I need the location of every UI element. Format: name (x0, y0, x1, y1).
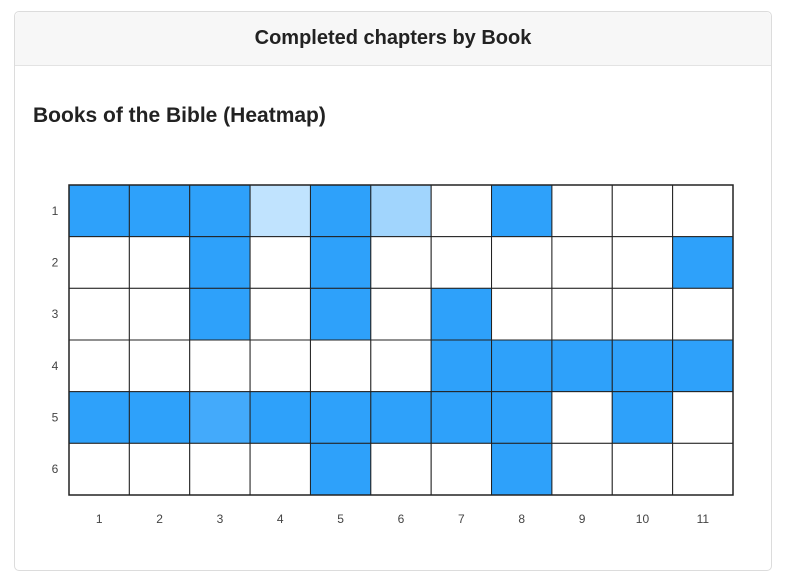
heatmap-cell-r2-c8 (491, 236, 553, 289)
heatmap-cell-r6-c11 (672, 442, 734, 496)
heatmap-cell-r3-c4 (249, 287, 311, 341)
y-tick-label: 5 (52, 411, 59, 425)
x-tick-label: 9 (579, 512, 586, 526)
heatmap-cell-r2-c4 (249, 236, 311, 289)
heatmap-cell-r1-c4 (249, 184, 311, 238)
heatmap-cell-r4-c11 (672, 339, 734, 393)
heatmap-cell-r6-c6 (370, 442, 432, 496)
heatmap-cell-r3-c2 (128, 287, 191, 341)
heatmap-cell-r1-c9 (551, 184, 613, 238)
y-tick-label: 3 (52, 307, 59, 321)
y-tick-label: 2 (52, 256, 59, 270)
heatmap-cell-r2-c5 (309, 236, 372, 289)
heatmap-cell-r6-c8 (491, 442, 553, 496)
heatmap-cell-r6-c7 (430, 442, 493, 496)
heatmap-cell-r3-c5 (309, 287, 372, 341)
heatmap-cell-r5-c5 (309, 391, 372, 444)
y-tick-label: 4 (52, 359, 59, 373)
heatmap-cell-r3-c3 (189, 287, 251, 341)
heatmap-cell-r6-c1 (68, 442, 130, 496)
heatmap-cell-r5-c9 (551, 391, 613, 444)
heatmap-cell-r2-c1 (68, 236, 130, 289)
heatmap-cell-r4-c5 (309, 339, 372, 393)
x-tick-label: 4 (277, 512, 284, 526)
heatmap-cell-r6-c3 (189, 442, 251, 496)
heatmap-cell-r4-c7 (430, 339, 493, 393)
heatmap-cell-r3-c10 (611, 287, 674, 341)
x-tick-label: 2 (156, 512, 163, 526)
heatmap-cell-r5-c7 (430, 391, 493, 444)
heatmap-cell-r2-c7 (430, 236, 493, 289)
heatmap-cell-r3-c1 (68, 287, 130, 341)
heatmap-cell-r5-c4 (249, 391, 311, 444)
heatmap-cell-r3-c6 (370, 287, 432, 341)
heatmap-cell-r1-c7 (430, 184, 493, 238)
heatmap-cell-r4-c8 (491, 339, 553, 393)
heatmap-cell-r6-c10 (611, 442, 674, 496)
heatmap-cell-r1-c6 (370, 184, 432, 238)
heatmap-cell-r3-c11 (672, 287, 734, 341)
heatmap-cell-r2-c3 (189, 236, 251, 289)
heatmap-cell-r3-c9 (551, 287, 613, 341)
heatmap-cell-r6-c2 (128, 442, 191, 496)
heatmap-cell-r5-c2 (128, 391, 191, 444)
heatmap-cell-r2-c10 (611, 236, 674, 289)
heatmap-cell-r5-c3 (189, 391, 251, 444)
x-tick-label: 11 (697, 512, 710, 526)
heatmap-cell-r5-c11 (672, 391, 734, 444)
x-tick-label: 3 (217, 512, 224, 526)
heatmap-cell-r1-c3 (189, 184, 251, 238)
heatmap-cell-r1-c1 (68, 184, 130, 238)
heatmap-cell-r2-c6 (370, 236, 432, 289)
heatmap-cell-r2-c2 (128, 236, 191, 289)
heatmap-cell-r4-c3 (189, 339, 251, 393)
heatmap-cell-r1-c11 (672, 184, 734, 238)
heatmap-cell-r5-c6 (370, 391, 432, 444)
heatmap-cell-r5-c8 (491, 391, 553, 444)
y-tick-label: 1 (52, 204, 59, 218)
x-tick-label: 10 (636, 512, 650, 526)
heatmap-cell-r1-c5 (309, 184, 372, 238)
y-tick-label: 6 (52, 462, 59, 476)
x-tick-label: 8 (518, 512, 525, 526)
heatmap-cell-r1-c8 (491, 184, 553, 238)
x-tick-label: 7 (458, 512, 465, 526)
heatmap-cell-r4-c2 (128, 339, 191, 393)
heatmap-cell-r4-c6 (370, 339, 432, 393)
x-tick-label: 5 (337, 512, 344, 526)
heatmap-cell-r5-c1 (68, 391, 130, 444)
heatmap-cell-r2-c11 (672, 236, 734, 289)
heatmap-cell-r3-c7 (430, 287, 493, 341)
heatmap-cell-r4-c10 (611, 339, 674, 393)
heatmap-cell-r4-c9 (551, 339, 613, 393)
x-tick-label: 1 (96, 512, 103, 526)
heatmap-cell-r4-c4 (249, 339, 311, 393)
heatmap-chart: 1 2 3 4 5 6 1 2 3 4 5 6 7 8 9 10 11 (52, 184, 734, 526)
heatmap-cell-r3-c8 (491, 287, 553, 341)
heatmap-cell-r6-c9 (551, 442, 613, 496)
heatmap-cell-r5-c10 (611, 391, 674, 444)
heatmap-cell-r2-c9 (551, 236, 613, 289)
heatmap-cell-r4-c1 (68, 339, 130, 393)
heatmap-cell-r1-c10 (611, 184, 674, 238)
heatmap-cell-r6-c5 (309, 442, 372, 496)
x-tick-label: 6 (398, 512, 405, 526)
heatmap-cell-r1-c2 (128, 184, 191, 238)
heatmap-cell-r6-c4 (249, 442, 311, 496)
